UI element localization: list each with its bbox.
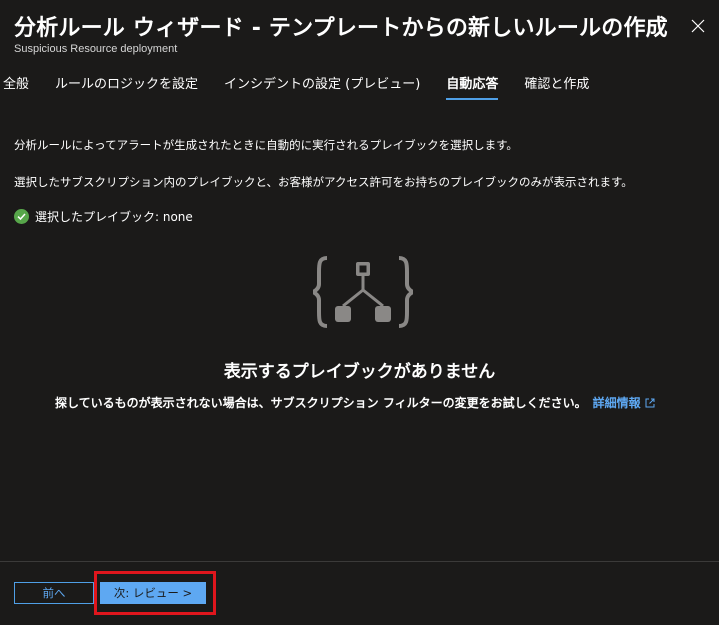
previous-button[interactable]: 前へ: [14, 582, 94, 604]
tab-review-create[interactable]: 確認と作成: [524, 76, 589, 100]
tab-automated-response[interactable]: 自動応答: [446, 76, 499, 100]
close-button[interactable]: [691, 18, 705, 33]
check-icon: [14, 209, 29, 224]
wizard-tabs: 全般 ルールのロジックを設定 インシデントの設定 (プレビュー) 自動応答 確認…: [3, 76, 615, 100]
tab-rule-logic[interactable]: ルールのロジックを設定: [55, 76, 198, 100]
page-subtitle: Suspicious Resource deployment: [14, 43, 178, 55]
external-link-icon[interactable]: [645, 398, 655, 408]
tab-incident-settings[interactable]: インシデントの設定 (プレビュー): [224, 76, 420, 100]
footer-divider: [0, 561, 719, 562]
tab-general[interactable]: 全般: [3, 76, 29, 100]
learn-more-link[interactable]: 詳細情報: [593, 394, 641, 411]
empty-state-description: 探しているものが表示されない場合は、サブスクリプション フィルターの変更をお試し…: [55, 394, 655, 411]
page-title: 分析ルール ウィザード - テンプレートからの新しいルールの作成: [14, 16, 668, 41]
empty-state-text: 探しているものが表示されない場合は、サブスクリプション フィルターの変更をお試し…: [55, 396, 587, 410]
selected-playbook-row: 選択したプレイブック: none: [14, 208, 193, 225]
selected-playbook-label: 選択したプレイブック: none: [35, 210, 193, 224]
description-text: 分析ルールによってアラートが生成されたときに自動的に実行されるプレイブックを選択…: [14, 138, 518, 152]
empty-state-title: 表示するプレイブックがありません: [223, 362, 496, 382]
permissions-note: 選択したサブスクリプション内のプレイブックと、お客様がアクセス許可をお持ちのプレ…: [14, 175, 633, 189]
playbook-icon: [313, 256, 413, 328]
highlight-box: [94, 571, 216, 615]
close-icon[interactable]: [691, 19, 705, 33]
